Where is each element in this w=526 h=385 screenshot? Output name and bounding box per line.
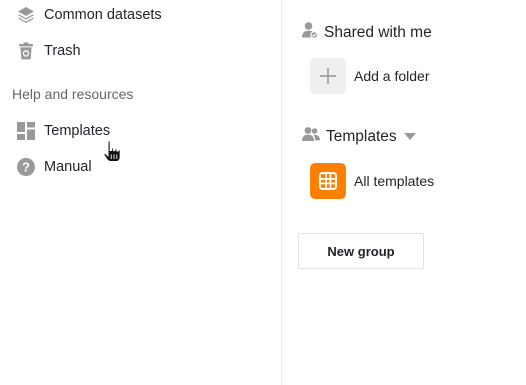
shared-with-me-header: Shared with me bbox=[302, 21, 432, 44]
sidebar-item-label: Templates bbox=[44, 123, 111, 139]
group-title: Shared with me bbox=[324, 23, 432, 41]
sidebar-item-trash[interactable]: Trash bbox=[16, 39, 81, 63]
help-section-title: Help and resources bbox=[12, 86, 134, 102]
sidebar-item-label: Trash bbox=[44, 43, 81, 59]
sidebar-item-manual[interactable]: ? Manual bbox=[16, 155, 92, 179]
user-shared-icon bbox=[302, 21, 319, 44]
sidebar-item-templates[interactable]: Templates bbox=[16, 119, 110, 143]
svg-text:?: ? bbox=[22, 160, 30, 175]
sidebar-item-label: Common datasets bbox=[44, 7, 162, 23]
help-circle-icon: ? bbox=[16, 157, 36, 177]
new-group-button[interactable]: New group bbox=[298, 233, 424, 269]
group-title: Templates bbox=[326, 127, 397, 145]
sidebar: Common datasets Trash Help and resources… bbox=[0, 0, 281, 385]
add-tile bbox=[310, 58, 346, 94]
sidebar-item-label: Manual bbox=[44, 159, 92, 175]
template-tile bbox=[310, 163, 346, 199]
users-icon bbox=[302, 126, 320, 147]
templates-group-header: Templates bbox=[302, 126, 416, 147]
all-templates-label: All templates bbox=[354, 173, 435, 189]
add-folder-button[interactable]: Add a folder bbox=[310, 58, 430, 94]
layers-icon bbox=[16, 5, 36, 25]
caret-down-icon[interactable] bbox=[403, 133, 416, 140]
sidebar-item-common-datasets[interactable]: Common datasets bbox=[16, 3, 162, 27]
trash-icon bbox=[16, 41, 36, 61]
plus-icon bbox=[320, 68, 336, 84]
templates-icon bbox=[16, 121, 36, 141]
grid-icon bbox=[319, 172, 337, 190]
main-panel: Shared with me Add a folder Templates Al… bbox=[282, 0, 526, 385]
all-templates-item[interactable]: All templates bbox=[310, 163, 434, 199]
add-folder-label: Add a folder bbox=[354, 68, 430, 84]
